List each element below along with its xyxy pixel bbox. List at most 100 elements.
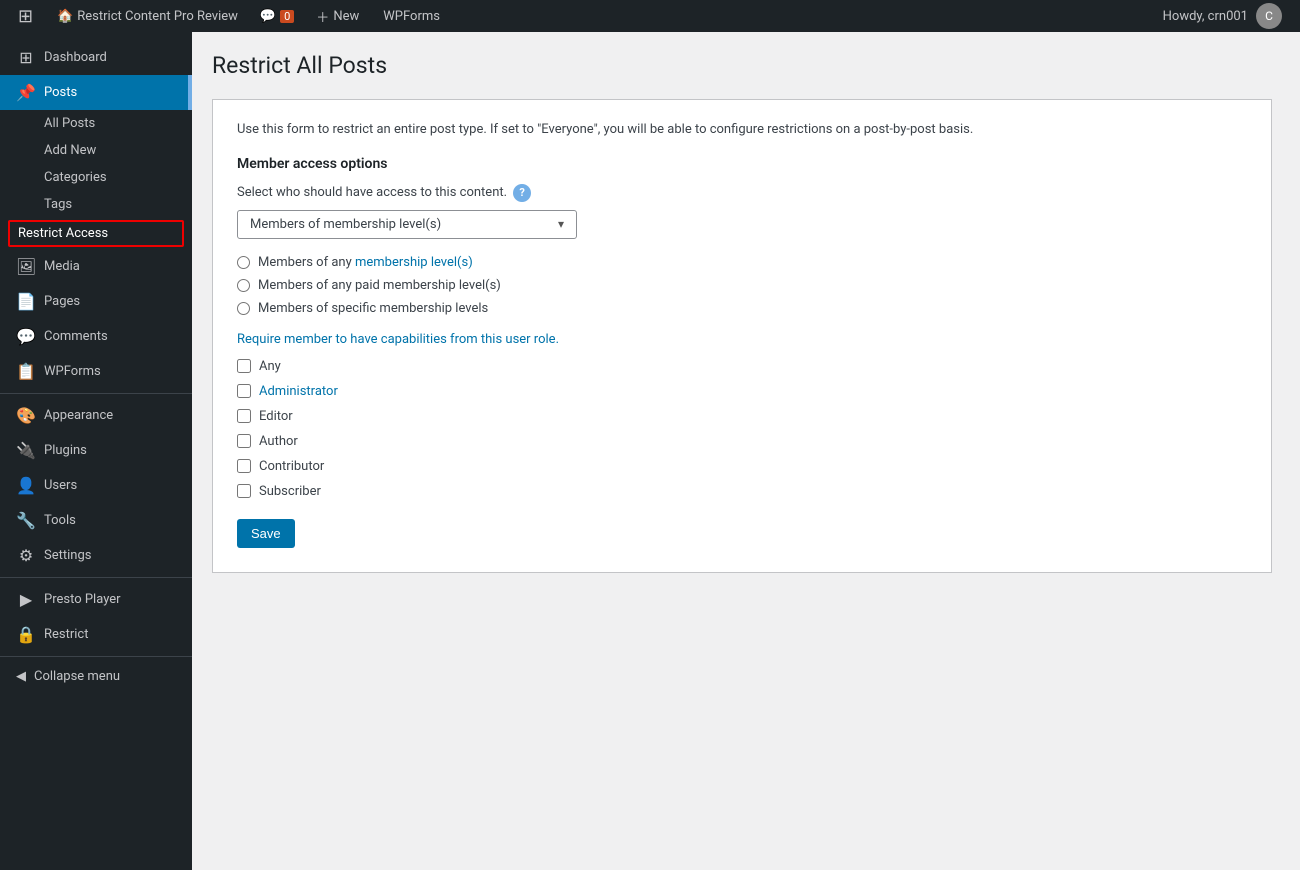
collapse-menu-button[interactable]: ◀ Collapse menu [0,661,192,692]
main-content: Restrict All Posts Use this form to rest… [192,32,1300,870]
new-content-button[interactable]: ＋ New [306,0,369,32]
wpforms-label: WPForms [383,9,440,24]
checkbox-any[interactable]: Any [237,359,1247,374]
sidebar-item-comments[interactable]: 💬 Comments [0,319,192,354]
radio-any-level[interactable]: Members of any membership level(s) [237,255,1247,270]
description-text: Use this form to restrict an entire post… [237,120,1247,140]
select-label: Select who should have access to this co… [237,184,1247,202]
home-icon: 🏠 [57,9,73,24]
sidebar-item-all-posts[interactable]: All Posts [0,110,192,137]
sidebar-item-presto-player[interactable]: ▶ Presto Player [0,582,192,617]
wpforms-admin-link[interactable]: WPForms [373,0,450,32]
new-label: New [333,9,359,24]
checkbox-contributor-label: Contributor [259,459,324,474]
capabilities-text: Require member to have capabilities from… [237,332,1247,347]
sidebar-item-pages[interactable]: 📄 Pages [0,284,192,319]
sidebar-item-settings[interactable]: ⚙ Settings [0,538,192,573]
checkbox-subscriber-input[interactable] [237,484,251,498]
sidebar-item-appearance[interactable]: 🎨 Appearance [0,398,192,433]
sidebar-item-media[interactable]: 🖼 Media [0,249,192,284]
menu-separator-3 [0,656,192,657]
menu-separator [0,393,192,394]
sidebar: ⊞ Dashboard 📌 Posts All Posts Add New Ca… [0,32,192,870]
avatar: C [1256,3,1282,29]
sidebar-item-restrict-access[interactable]: Restrict Access [8,220,184,247]
checkbox-any-input[interactable] [237,359,251,373]
sidebar-item-label: Restrict [44,627,89,642]
section-title: Member access options [237,156,1247,172]
chevron-down-icon: ▾ [558,217,564,231]
collapse-label: Collapse menu [34,669,120,684]
page-title: Restrict All Posts [212,52,1280,79]
access-dropdown[interactable]: Members of membership level(s) ▾ [237,210,577,239]
sidebar-item-tools[interactable]: 🔧 Tools [0,503,192,538]
sidebar-item-label: Tools [44,513,76,528]
checkbox-any-label: Any [259,359,281,374]
sidebar-item-label: Posts [44,85,77,100]
radio-any-level-label: Members of any membership level(s) [258,255,473,270]
sidebar-item-label: Presto Player [44,592,121,607]
checkbox-subscriber[interactable]: Subscriber [237,484,1247,499]
sidebar-item-label: Pages [44,294,80,309]
menu-separator-2 [0,577,192,578]
radio-any-level-input[interactable] [237,256,250,269]
checkbox-author[interactable]: Author [237,434,1247,449]
radio-paid-level-input[interactable] [237,279,250,292]
sidebar-item-tags[interactable]: Tags [0,191,192,218]
presto-icon: ▶ [16,590,36,609]
radio-specific-level[interactable]: Members of specific membership levels [237,301,1247,316]
checkbox-author-label: Author [259,434,298,449]
sidebar-item-label: WPForms [44,364,101,379]
sidebar-item-dashboard[interactable]: ⊞ Dashboard [0,40,192,75]
site-name-link[interactable]: 🏠 Restrict Content Pro Review [47,0,248,32]
plugins-icon: 🔌 [16,441,36,460]
sidebar-item-categories[interactable]: Categories [0,164,192,191]
appearance-icon: 🎨 [16,406,36,425]
checkbox-group: Any Administrator Editor Author Contribu… [237,359,1247,499]
user-info[interactable]: Howdy, crn001 C [1153,3,1292,29]
checkbox-contributor-input[interactable] [237,459,251,473]
tools-icon: 🔧 [16,511,36,530]
admin-bar: ⊞ 🏠 Restrict Content Pro Review 💬 0 ＋ Ne… [0,0,1300,32]
sidebar-item-label: Users [44,478,77,493]
checkbox-author-input[interactable] [237,434,251,448]
sidebar-item-wpforms[interactable]: 📋 WPForms [0,354,192,389]
sidebar-item-posts[interactable]: 📌 Posts [0,75,192,110]
media-icon: 🖼 [16,257,36,276]
restrict-icon: 🔒 [16,625,36,644]
sidebar-item-label: Appearance [44,408,113,423]
howdy-text: Howdy, crn001 [1163,9,1248,24]
settings-icon: ⚙ [16,546,36,565]
dropdown-value: Members of membership level(s) [250,217,441,232]
comments-menu-icon: 💬 [16,327,36,346]
sidebar-item-plugins[interactable]: 🔌 Plugins [0,433,192,468]
help-icon[interactable]: ? [513,184,531,202]
membership-levels-link[interactable]: membership level(s) [355,255,473,270]
checkbox-administrator[interactable]: Administrator [237,384,1247,399]
checkbox-editor[interactable]: Editor [237,409,1247,424]
radio-group: Members of any membership level(s) Membe… [237,255,1247,316]
sidebar-item-add-new[interactable]: Add New [0,137,192,164]
sidebar-item-restrict[interactable]: 🔒 Restrict [0,617,192,652]
pages-icon: 📄 [16,292,36,311]
posts-icon: 📌 [16,83,36,102]
sidebar-item-label: Plugins [44,443,87,458]
wp-logo-button[interactable]: ⊞ [8,0,43,32]
radio-specific-level-input[interactable] [237,302,250,315]
checkbox-editor-input[interactable] [237,409,251,423]
user-role-link[interactable]: user role [505,332,555,347]
checkbox-administrator-input[interactable] [237,384,251,398]
radio-paid-level[interactable]: Members of any paid membership level(s) [237,278,1247,293]
comments-button[interactable]: 💬 0 [252,9,302,24]
comments-icon: 💬 [260,9,276,24]
sidebar-item-users[interactable]: 👤 Users [0,468,192,503]
save-button[interactable]: Save [237,519,295,548]
sidebar-item-label: Settings [44,548,91,563]
plus-icon: ＋ [316,7,329,26]
checkbox-editor-label: Editor [259,409,293,424]
wp-logo-icon: ⊞ [18,6,33,27]
collapse-icon: ◀ [16,669,26,684]
radio-specific-level-label: Members of specific membership levels [258,301,488,316]
checkbox-contributor[interactable]: Contributor [237,459,1247,474]
wpforms-icon: 📋 [16,362,36,381]
